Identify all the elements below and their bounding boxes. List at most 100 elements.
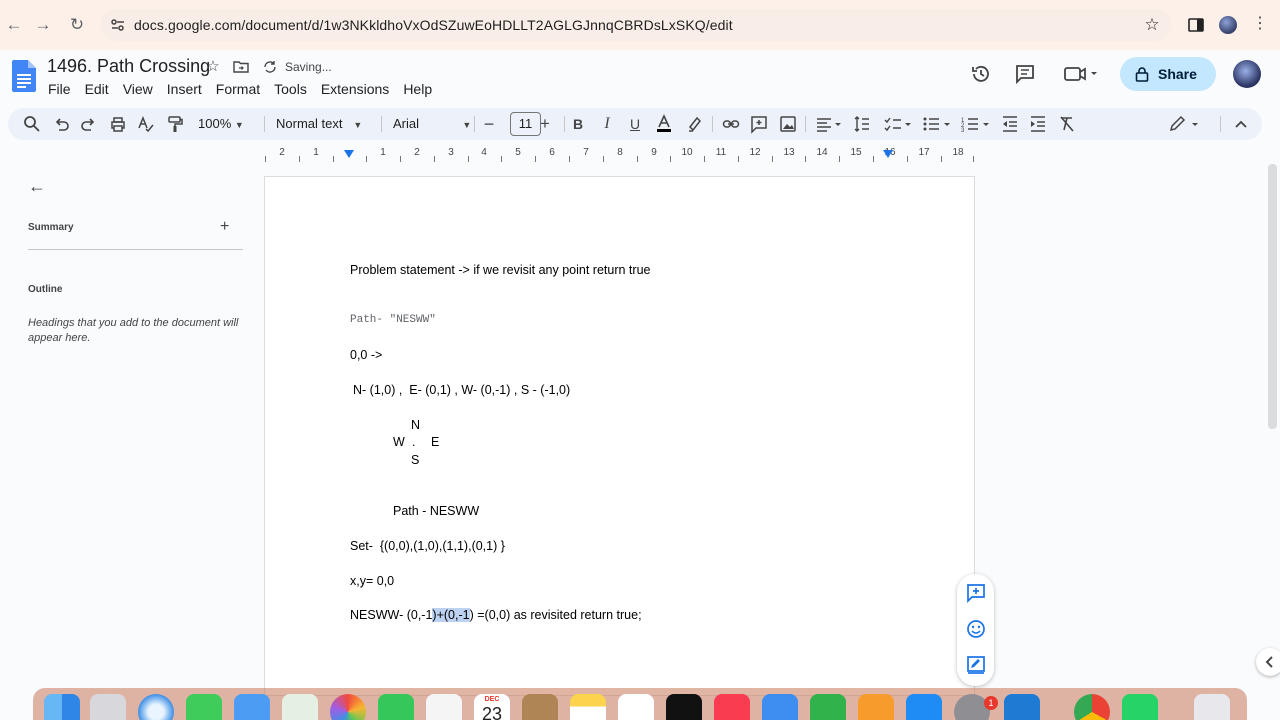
pages-icon[interactable] (858, 694, 894, 720)
font-size-input[interactable]: 11 (510, 112, 541, 136)
zoom-select[interactable]: 100% ▼ (198, 114, 244, 134)
menu-insert[interactable]: Insert (167, 80, 202, 98)
bookmark-star-icon[interactable]: ☆ (1140, 13, 1164, 37)
search-menus-icon[interactable] (23, 114, 41, 134)
doc-line-path: Path - NESWW (393, 504, 480, 518)
add-summary-icon[interactable]: + (220, 218, 229, 236)
url-text: docs.google.com/document/d/1w3NKkldhoVxO… (134, 17, 733, 33)
paragraph-style-select[interactable]: Normal text ▼ (276, 114, 362, 134)
close-outline-icon[interactable]: ← (28, 176, 48, 196)
print-icon[interactable] (109, 114, 127, 134)
horizontal-ruler[interactable]: 2 1 1 2 3 4 5 6 7 8 9 10 11 12 13 14 15 … (264, 144, 975, 164)
menu-file[interactable]: File (48, 80, 71, 98)
menu-tools[interactable]: Tools (274, 80, 307, 98)
app-store-icon[interactable] (906, 694, 942, 720)
address-bar[interactable]: docs.google.com/document/d/1w3NKkldhoVxO… (100, 9, 1172, 41)
suggest-edits-icon[interactable] (965, 654, 987, 676)
bold-icon[interactable]: B (570, 114, 586, 134)
compass-east: E (431, 435, 440, 449)
redo-icon[interactable] (80, 114, 98, 134)
selected-text[interactable]: )+(0,-1 (432, 608, 470, 622)
meet-video-icon[interactable] (1063, 62, 1101, 86)
music-icon[interactable] (714, 694, 750, 720)
paint-format-icon[interactable] (166, 114, 184, 134)
hide-menus-icon[interactable] (1232, 114, 1250, 134)
increase-indent-icon[interactable] (1029, 114, 1047, 134)
emoji-reaction-icon[interactable] (965, 618, 987, 640)
docs-logo-icon[interactable] (12, 60, 36, 92)
clear-formatting-icon[interactable] (1058, 114, 1076, 134)
right-indent-marker-icon[interactable] (883, 150, 893, 158)
apple-tv-icon[interactable] (666, 694, 702, 720)
ruler-tick (333, 156, 334, 162)
text-color-icon[interactable] (655, 114, 673, 134)
vertical-scrollbar[interactable] (1268, 164, 1277, 429)
menu-view[interactable]: View (123, 80, 153, 98)
doc-line-result: NESWW- (0,-1)+(0,-1) =(0,0) as revisited… (350, 608, 642, 622)
finder-icon[interactable] (44, 694, 80, 720)
mail-icon[interactable] (234, 694, 270, 720)
move-folder-icon[interactable] (232, 58, 250, 76)
numbers-icon[interactable] (810, 694, 846, 720)
increase-font-size-icon[interactable]: + (538, 114, 552, 134)
ruler-tick (637, 156, 638, 162)
highlight-color-icon[interactable] (686, 114, 704, 134)
line-spacing-icon[interactable] (853, 114, 871, 134)
forward-icon[interactable]: → (31, 13, 55, 37)
maps-icon[interactable] (282, 694, 318, 720)
version-history-icon[interactable] (969, 62, 993, 86)
side-panel-icon[interactable] (1186, 15, 1206, 35)
back-icon[interactable]: ← (2, 13, 26, 37)
svg-text:3: 3 (961, 128, 965, 134)
notes-icon[interactable] (570, 694, 606, 720)
vscode-icon[interactable] (1004, 694, 1040, 720)
star-icon[interactable]: ☆ (204, 58, 222, 76)
document-title[interactable]: 1496. Path Crossing (47, 56, 210, 77)
menu-help[interactable]: Help (403, 80, 432, 98)
notification-badge: 1 (984, 696, 998, 710)
calendar-icon[interactable]: DEC 23 (474, 694, 510, 720)
trash-icon[interactable] (1194, 694, 1230, 720)
launchpad-icon[interactable] (90, 694, 126, 720)
italic-icon[interactable]: I (599, 114, 615, 134)
facetime-icon[interactable] (378, 694, 414, 720)
bulleted-list-icon[interactable] (922, 114, 954, 134)
compass-west: W (393, 435, 405, 449)
reload-icon[interactable]: ↻ (65, 13, 89, 37)
reminders-icon[interactable] (426, 694, 462, 720)
keynote-icon[interactable] (762, 694, 798, 720)
ruler-tick (434, 156, 435, 162)
share-button[interactable]: Share (1120, 57, 1216, 91)
spellcheck-icon[interactable] (137, 114, 155, 134)
underline-icon[interactable]: U (627, 114, 643, 134)
numbered-list-icon[interactable]: 123 (961, 114, 993, 134)
insert-image-icon[interactable] (779, 114, 797, 134)
messages-icon[interactable] (186, 694, 222, 720)
menu-extensions[interactable]: Extensions (321, 80, 389, 98)
add-comment-icon[interactable] (965, 582, 987, 604)
explore-button[interactable] (1256, 648, 1280, 676)
site-settings-icon[interactable] (108, 15, 128, 35)
chrome-menu-icon[interactable]: ⋮ (1252, 14, 1268, 34)
ruler-label: 1 (313, 147, 319, 158)
ruler-tick (400, 156, 401, 162)
checklist-icon[interactable] (883, 114, 915, 134)
decrease-indent-icon[interactable] (1001, 114, 1019, 134)
undo-icon[interactable] (52, 114, 70, 134)
contacts-icon[interactable] (522, 694, 558, 720)
comments-icon[interactable] (1013, 62, 1037, 86)
account-avatar[interactable] (1233, 60, 1261, 88)
editing-mode-icon[interactable] (1168, 114, 1202, 134)
left-indent-marker-icon[interactable] (344, 150, 354, 158)
menu-edit[interactable]: Edit (85, 80, 109, 98)
align-icon[interactable] (815, 114, 843, 134)
menu-format[interactable]: Format (216, 80, 260, 98)
font-select[interactable]: Arial ▼ (393, 114, 471, 134)
paragraph-style-value: Normal text (276, 116, 343, 131)
whatsapp-icon[interactable] (1122, 694, 1158, 720)
freeform-icon[interactable] (618, 694, 654, 720)
insert-link-icon[interactable] (722, 114, 740, 134)
profile-avatar[interactable] (1219, 16, 1237, 34)
add-comment-icon[interactable] (750, 114, 768, 134)
decrease-font-size-icon[interactable]: − (482, 114, 496, 134)
